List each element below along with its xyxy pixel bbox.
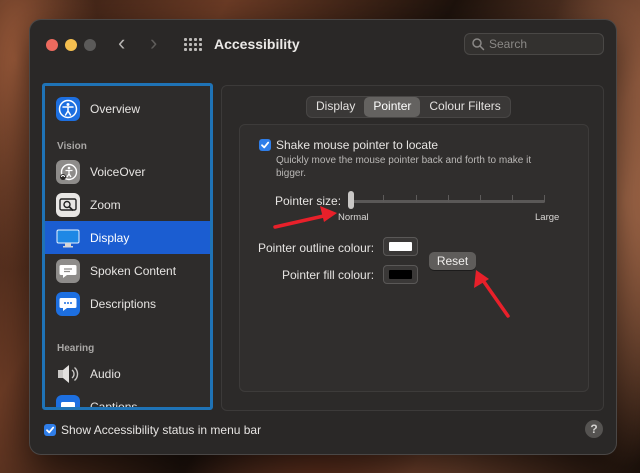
section-heading-vision: Vision (57, 141, 87, 152)
search-field[interactable] (464, 33, 604, 55)
forward-chevron-icon[interactable]: › (150, 32, 157, 54)
slider-max-label: Large (535, 212, 560, 223)
preferences-window: ‹ › Accessibility Overview Vision VoiceO… (30, 20, 616, 454)
outline-colour-label: Pointer outline colour: (258, 241, 375, 255)
tab-bar: Display Pointer Colour Filters (306, 96, 511, 118)
back-chevron-icon[interactable]: ‹ (118, 32, 125, 54)
search-input[interactable] (489, 36, 599, 52)
window-title: Accessibility (214, 36, 300, 52)
speech-bubble-icon (56, 259, 80, 283)
sidebar-item-label: Zoom (90, 197, 121, 212)
sidebar-item-captions[interactable]: Captions (45, 390, 210, 410)
slider-tick (383, 195, 384, 202)
sidebar-item-voiceover[interactable]: VoiceOver (45, 155, 210, 188)
sidebar-item-display[interactable]: Display (45, 221, 210, 254)
sidebar: Overview Vision VoiceOver Zoom Display S (42, 83, 213, 410)
shake-pointer-help: Quickly move the mouse pointer back and … (276, 155, 532, 179)
sidebar-item-spoken-content[interactable]: Spoken Content (45, 254, 210, 287)
show-all-grid-icon[interactable] (184, 38, 202, 51)
tab-colour-filters[interactable]: Colour Filters (420, 97, 509, 117)
outline-colour-well[interactable] (383, 237, 418, 256)
checkmark-icon (261, 141, 270, 149)
slider-tick (512, 195, 513, 202)
sidebar-item-label: Overview (90, 101, 141, 116)
captions-icon (56, 395, 80, 407)
search-icon (472, 38, 485, 51)
fill-colour-swatch (389, 270, 412, 279)
slider-thumb[interactable] (348, 191, 354, 209)
status-menu-bar-label: Show Accessibility status in menu bar (61, 423, 262, 437)
sidebar-item-label: Descriptions (90, 296, 157, 311)
help-button[interactable]: ? (585, 420, 603, 438)
sidebar-item-label: VoiceOver (90, 164, 146, 179)
tab-display[interactable]: Display (307, 97, 364, 117)
sidebar-item-zoom[interactable]: Zoom (45, 188, 210, 221)
section-heading-hearing: Hearing (57, 343, 95, 354)
sidebar-item-label: Display (90, 230, 130, 245)
zoom-window-button[interactable] (84, 39, 96, 51)
tab-pointer[interactable]: Pointer (364, 97, 421, 117)
zoom-icon (56, 193, 80, 217)
outline-colour-swatch (389, 242, 412, 251)
shake-pointer-label: Shake mouse pointer to locate (276, 138, 439, 152)
checkmark-icon (46, 426, 55, 434)
slider-tick (480, 195, 481, 202)
sidebar-item-label: Captions (90, 399, 138, 410)
close-window-button[interactable] (46, 39, 58, 51)
voiceover-icon (56, 160, 80, 184)
minimize-window-button[interactable] (65, 39, 77, 51)
accessibility-icon (56, 97, 80, 121)
sidebar-item-label: Audio (90, 366, 121, 381)
slider-tick (448, 195, 449, 202)
status-menu-bar-checkbox[interactable] (44, 424, 56, 436)
speaker-icon (56, 362, 80, 386)
shake-pointer-checkbox[interactable] (259, 139, 271, 151)
title-bar: ‹ › Accessibility (30, 20, 616, 70)
fill-colour-well[interactable] (383, 265, 418, 284)
reset-button[interactable]: Reset (429, 252, 476, 270)
pointer-size-label: Pointer size: (275, 194, 342, 208)
display-icon (56, 226, 80, 250)
sidebar-item-label: Spoken Content (90, 263, 177, 278)
sidebar-item-audio[interactable]: Audio (45, 357, 210, 390)
slider-tick (544, 195, 545, 202)
descriptions-icon (56, 292, 80, 316)
sidebar-item-descriptions[interactable]: Descriptions (45, 287, 210, 320)
fill-colour-label: Pointer fill colour: (282, 268, 375, 282)
slider-tick (416, 195, 417, 202)
sidebar-item-overview[interactable]: Overview (45, 92, 210, 125)
slider-min-label: Normal (338, 212, 369, 223)
